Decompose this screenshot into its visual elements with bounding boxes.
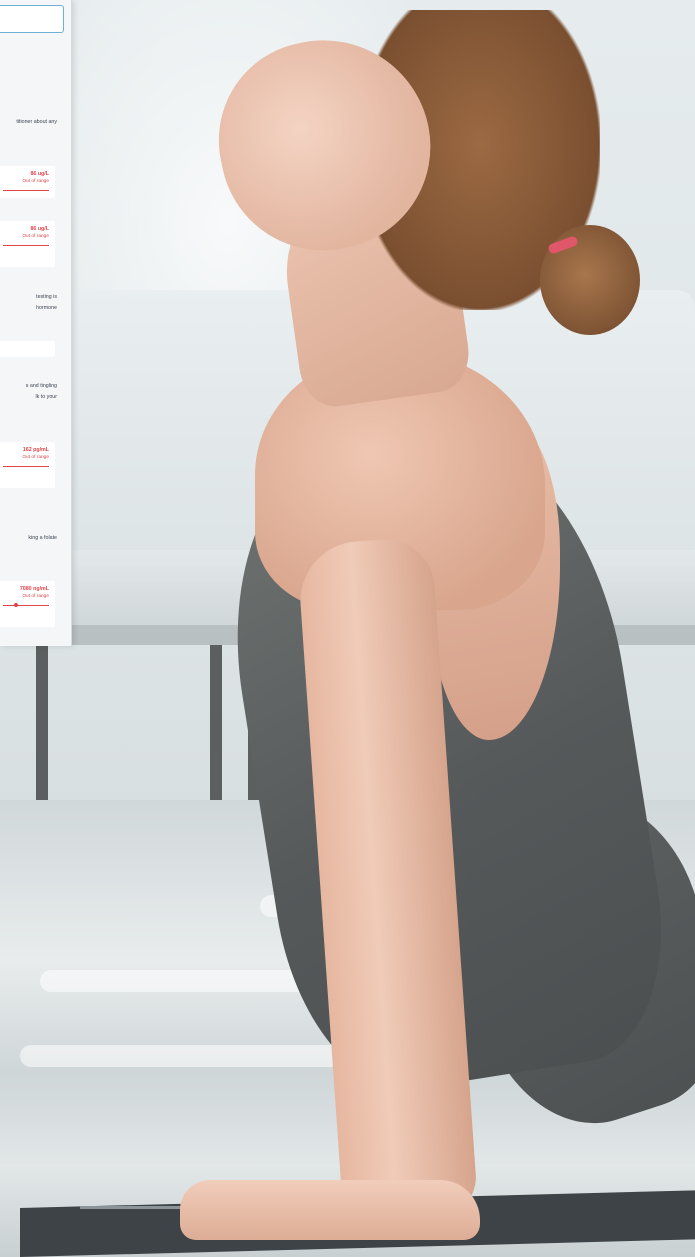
range-bar [3,605,49,606]
range-bar [3,190,49,191]
results-panel: titioner about any 86 ug/L Out of range … [0,0,72,646]
sofa-leg [210,645,222,805]
floor-reflection [20,1045,350,1067]
result-value: 86 ug/L [30,226,49,232]
range-marker [14,603,18,607]
yoga-photo-background [0,0,695,1257]
result-value: 162 pg/mL [22,447,49,453]
sofa-leg [36,645,48,805]
result-card[interactable]: 86 ug/L Out of range [0,166,55,198]
result-status: Out of range [22,234,49,239]
result-status: Out of range [22,455,49,460]
woman-hand [180,1180,480,1240]
note-text: testing is [36,294,57,300]
range-bar [3,245,49,246]
result-card[interactable]: 7080 ng/mL Out of range [0,581,55,627]
note-text: hormone [36,305,57,311]
result-card[interactable] [0,341,55,357]
result-status: Out of range [22,179,49,184]
result-value: 86 ug/L [30,171,49,177]
search-input[interactable] [0,5,64,33]
range-bar [3,466,49,467]
note-text: king a folate [28,535,57,541]
intro-text: titioner about any [16,119,57,125]
result-card[interactable]: 162 pg/mL Out of range [0,442,55,488]
result-value: 7080 ng/mL [19,586,49,592]
result-card[interactable]: 86 ug/L Out of range [0,221,55,267]
result-status: Out of range [22,594,49,599]
note-text: s and tingling [25,383,57,389]
note-text: lk to your [35,394,58,400]
